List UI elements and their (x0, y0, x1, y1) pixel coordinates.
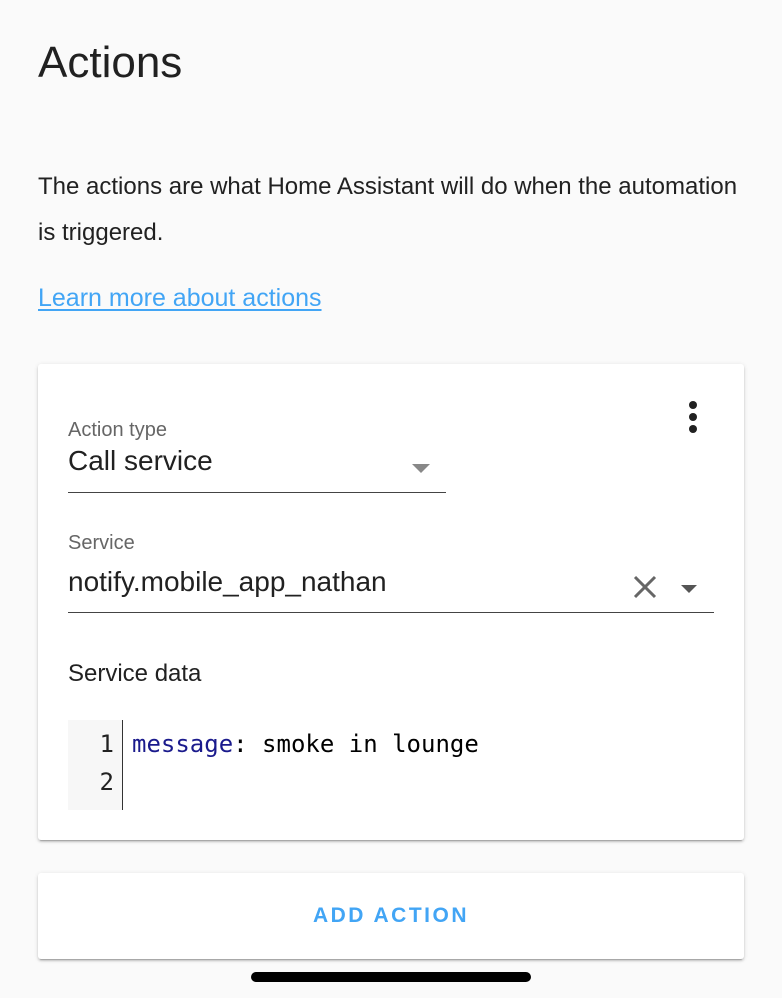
line-number: 2 (99, 768, 114, 796)
service-data-label: Service data (68, 660, 202, 687)
action-type-value: Call service (68, 445, 213, 476)
overflow-menu-button[interactable] (678, 398, 708, 438)
home-indicator[interactable] (251, 972, 531, 982)
service-underline (68, 612, 714, 613)
code-line[interactable]: message: smoke in lounge (132, 730, 479, 758)
service-label: Service (68, 532, 135, 554)
chevron-down-icon (412, 464, 430, 473)
line-number-gutter: 1 2 (68, 720, 123, 810)
service-input[interactable]: notify.mobile_app_nathan (68, 566, 387, 598)
service-combobox[interactable]: Service notify.mobile_app_nathan (68, 532, 714, 613)
add-action-button[interactable]: ADD ACTION (38, 873, 744, 959)
add-action-card: ADD ACTION (38, 873, 744, 959)
close-icon (633, 575, 657, 599)
section-description: The actions are what Home Assistant will… (38, 173, 738, 246)
yaml-separator: : (233, 730, 248, 758)
section-title: Actions (38, 38, 183, 87)
clear-service-button[interactable] (632, 574, 658, 605)
automation-editor-page: Actions The actions are what Home Assist… (0, 0, 782, 998)
yaml-value: smoke in lounge (247, 730, 479, 758)
action-type-underline (68, 492, 446, 493)
action-type-dropdown[interactable]: Action type Call service (68, 419, 446, 493)
service-data-code-editor[interactable]: 1 2 message: smoke in lounge (68, 720, 708, 810)
line-number: 1 (99, 730, 114, 758)
dots-vertical-icon (689, 401, 697, 433)
yaml-key: message (132, 730, 234, 758)
learn-more-link[interactable]: Learn more about actions (38, 284, 322, 313)
chevron-down-icon[interactable] (681, 585, 697, 593)
action-type-label: Action type (68, 419, 167, 441)
action-card: Action type Call service Service notify.… (38, 364, 744, 840)
